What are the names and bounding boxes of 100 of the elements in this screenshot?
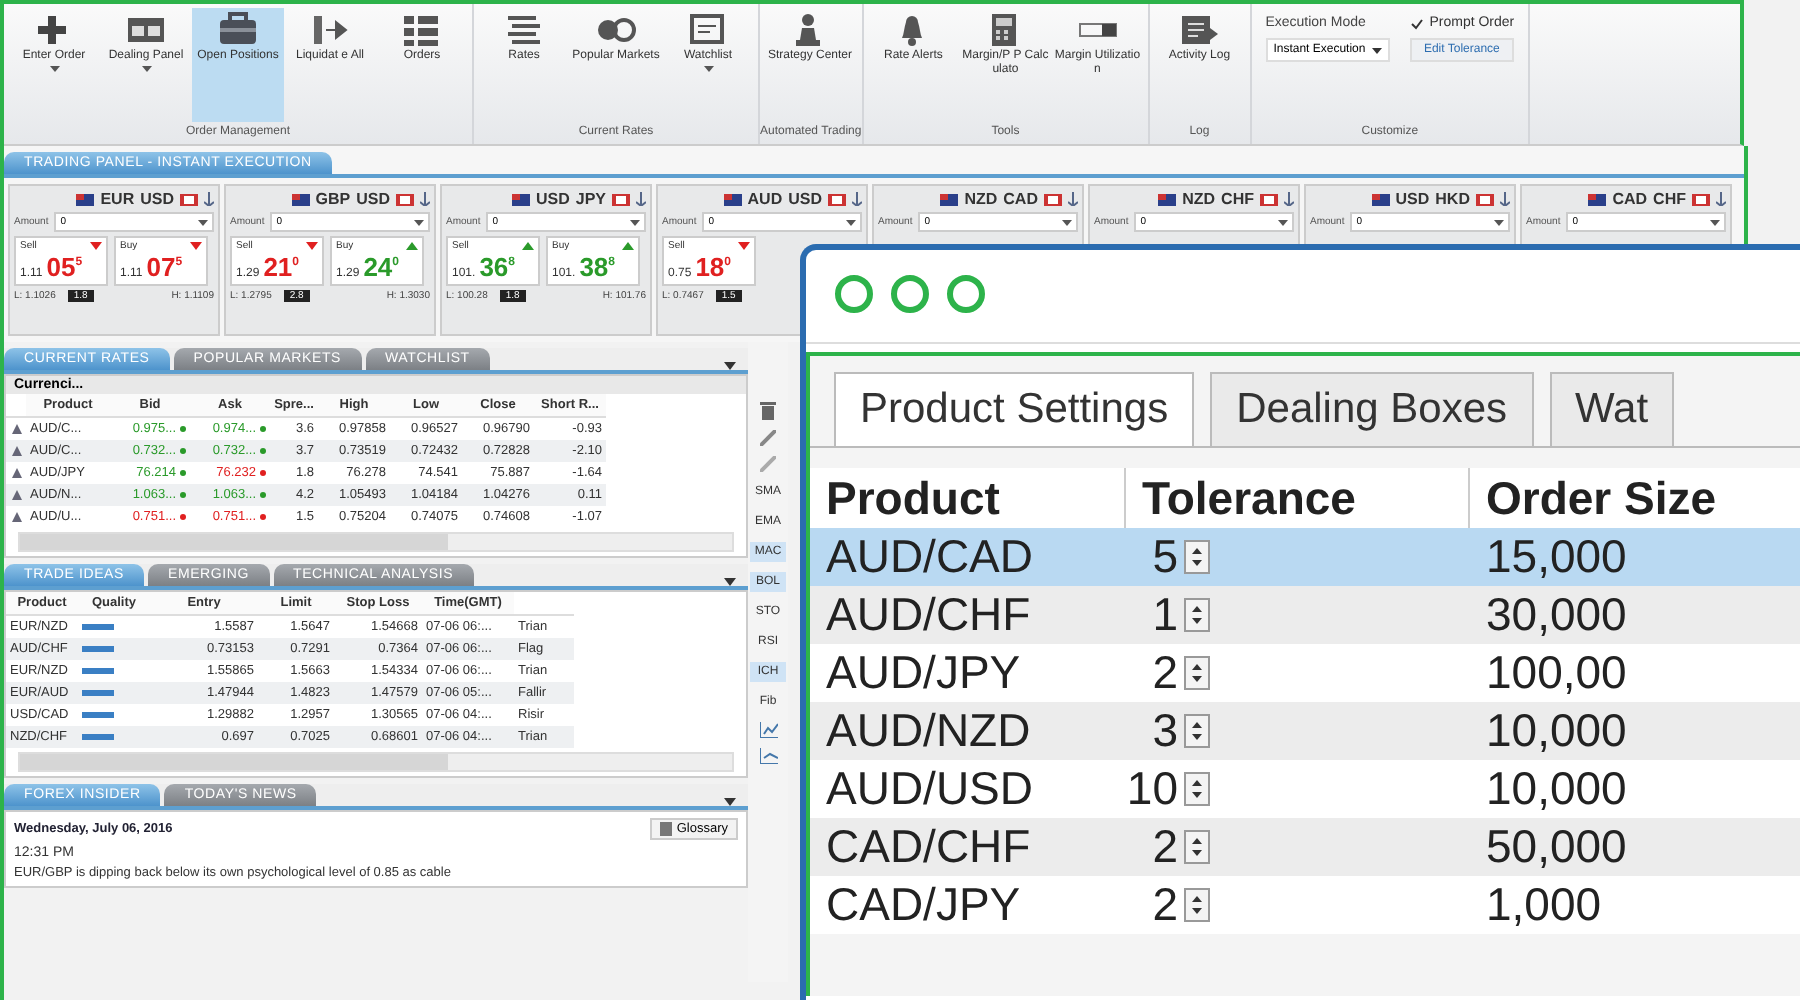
row-icon xyxy=(12,512,22,522)
caret-icon xyxy=(1371,47,1382,53)
spinner-control[interactable] xyxy=(1184,888,1210,922)
window-control-icon xyxy=(890,274,930,314)
list-icon xyxy=(402,12,442,48)
table-cell: 10,000 xyxy=(1470,702,1800,760)
coins-icon xyxy=(596,12,636,48)
down-arrow-icon xyxy=(1192,734,1202,740)
panel-icon xyxy=(126,12,166,48)
table-cell: 15,000 xyxy=(1470,528,1800,586)
up-arrow-icon xyxy=(1192,722,1202,728)
up-arrow-icon xyxy=(1192,896,1202,902)
flag-icon xyxy=(1588,193,1607,205)
table-cell: 3 xyxy=(1152,704,1178,758)
column-header: Tolerance xyxy=(1126,468,1470,528)
table-cell: 5 xyxy=(1152,530,1178,584)
spinner-control[interactable] xyxy=(1184,598,1210,632)
check-icon xyxy=(1409,17,1424,29)
spinner-control[interactable] xyxy=(1184,540,1210,574)
down-arrow-icon xyxy=(1192,560,1202,566)
table-cell: 1,000 xyxy=(1470,876,1800,934)
row-icon xyxy=(12,490,22,500)
column-header: Product xyxy=(810,468,1126,528)
caret-icon xyxy=(1278,219,1288,225)
flag-icon xyxy=(180,193,198,205)
up-arrow-icon xyxy=(1192,780,1202,786)
currency-code: NZD xyxy=(1182,190,1216,208)
caret-icon xyxy=(630,219,640,225)
table-cell: CAD/JPY xyxy=(810,876,1126,934)
currency-code: AUD xyxy=(747,190,783,208)
currency-code: CHF xyxy=(1221,190,1254,208)
sort-icon xyxy=(1284,192,1294,206)
row-icon xyxy=(12,446,22,456)
sort-icon xyxy=(204,192,214,206)
quality-bar-icon xyxy=(82,646,114,652)
caret-icon xyxy=(846,219,856,225)
flag-icon xyxy=(723,193,742,205)
table-cell: 50,000 xyxy=(1470,818,1800,876)
spinner-control[interactable] xyxy=(1184,714,1210,748)
table-cell: AUD/NZD xyxy=(810,702,1126,760)
settings-tab[interactable]: Product Settings xyxy=(834,372,1195,446)
caret-icon xyxy=(1710,219,1720,225)
currency-code: USD xyxy=(1395,190,1430,208)
quality-bar-icon xyxy=(82,624,114,630)
spinner-control[interactable] xyxy=(1184,830,1210,864)
up-arrow-icon xyxy=(1192,606,1202,612)
caret-icon xyxy=(198,219,208,225)
table-cell: AUD/CAD xyxy=(810,528,1126,586)
table-cell: 30,000 xyxy=(1470,586,1800,644)
table-cell: 1 xyxy=(1152,588,1178,642)
table-cell: 100,00 xyxy=(1470,644,1800,702)
currency-code: JPY xyxy=(575,190,606,208)
sort-icon xyxy=(1716,192,1726,206)
caret-icon xyxy=(1494,219,1504,225)
chart-icon xyxy=(759,722,777,738)
flag-icon xyxy=(291,193,310,205)
caret-icon xyxy=(1062,219,1072,225)
down-arrow-icon xyxy=(1192,908,1202,914)
flag-icon xyxy=(76,193,95,205)
scrollbar[interactable] xyxy=(18,532,734,552)
chart-icon xyxy=(759,748,777,764)
briefcase-icon xyxy=(218,12,258,48)
currency-code: EUR xyxy=(100,190,135,208)
dropdown-icon xyxy=(724,362,736,370)
caret-icon xyxy=(414,219,424,225)
table-cell: 2 xyxy=(1152,646,1178,700)
flag-icon xyxy=(1692,193,1710,205)
currency-code: CAD xyxy=(1612,190,1648,208)
lines-icon xyxy=(504,12,544,48)
currency-code: CAD xyxy=(1003,190,1038,208)
table-cell: AUD/JPY xyxy=(810,644,1126,702)
settings-tab[interactable]: Wat xyxy=(1549,372,1675,446)
spinner-control[interactable] xyxy=(1184,656,1210,690)
sort-icon xyxy=(420,192,430,206)
currency-code: HKD xyxy=(1435,190,1470,208)
scrollbar[interactable] xyxy=(18,752,734,772)
flag-icon xyxy=(1044,193,1062,205)
log-icon xyxy=(1179,12,1220,48)
column-header: Order Size xyxy=(1470,468,1800,528)
currency-code: NZD xyxy=(964,190,998,208)
table-cell: 2 xyxy=(1152,820,1178,874)
table-cell: AUD/USD xyxy=(810,760,1126,818)
currency-code: USD xyxy=(788,190,822,208)
up-arrow-icon xyxy=(1192,838,1202,844)
window-control-icon xyxy=(946,274,986,314)
sort-icon xyxy=(1500,192,1510,206)
table-cell: AUD/CHF xyxy=(810,586,1126,644)
sort-icon xyxy=(852,192,862,206)
settings-tab[interactable]: Dealing Boxes xyxy=(1210,372,1534,446)
window-icon xyxy=(688,12,728,48)
currency-code: GBP xyxy=(315,190,351,208)
sort-icon xyxy=(636,192,646,206)
table-cell: CAD/CHF xyxy=(810,818,1126,876)
spinner-control[interactable] xyxy=(1184,772,1210,806)
quality-bar-icon xyxy=(82,734,114,740)
flag-icon xyxy=(396,193,414,205)
flag-icon xyxy=(828,193,846,205)
currency-code: CHF xyxy=(1653,190,1686,208)
window-control-icon xyxy=(834,274,874,314)
sort-icon xyxy=(1068,192,1078,206)
